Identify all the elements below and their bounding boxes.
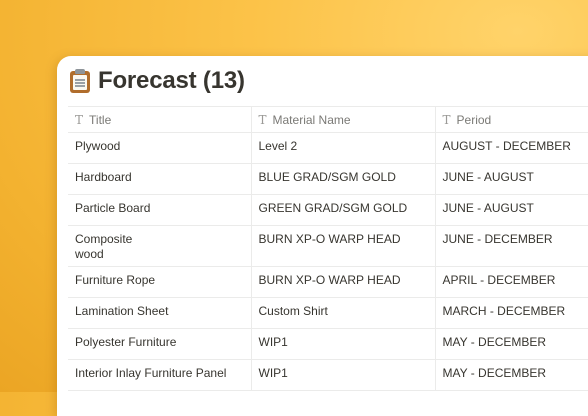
column-header-material-name[interactable]: T Material Name [251, 106, 436, 133]
cell-material-name[interactable]: BURN XP-O WARP HEAD [251, 225, 436, 267]
cell-material-name[interactable]: Level 2 [251, 132, 436, 164]
cell-period[interactable]: JUNE - AUGUST [435, 194, 588, 226]
database-table: T Title T Material Name T Period Plywood Le… [68, 106, 588, 391]
cell-period[interactable]: JUNE - DECEMBER [435, 225, 588, 267]
cell-period[interactable]: AUGUST - DECEMBER [435, 132, 588, 164]
clipboard-icon [70, 69, 90, 93]
cell-material-name[interactable]: GREEN GRAD/SGM GOLD [251, 194, 436, 226]
text-type-icon: T [258, 112, 267, 127]
table-row[interactable]: Composite wood BURN XP-O WARP HEAD JUNE … [68, 225, 588, 267]
cell-material-name[interactable]: BURN XP-O WARP HEAD [251, 266, 436, 298]
cell-material-name[interactable]: WIP1 [251, 328, 436, 360]
table-row[interactable]: Furniture Rope BURN XP-O WARP HEAD APRIL… [68, 266, 588, 298]
table-row[interactable]: Particle Board GREEN GRAD/SGM GOLD JUNE … [68, 194, 588, 226]
cell-material-name[interactable]: Custom Shirt [251, 297, 436, 329]
cell-title[interactable]: Particle Board [68, 194, 252, 226]
column-header-period[interactable]: T Period [435, 106, 588, 133]
cell-title[interactable]: Interior Inlay Furniture Panel [68, 359, 252, 391]
column-header-label: Period [456, 112, 492, 127]
table-row[interactable]: Polyester Furniture WIP1 MAY - DECEMBER [68, 328, 588, 360]
cell-title[interactable]: Composite wood [68, 225, 252, 267]
cell-period[interactable]: MAY - DECEMBER [435, 328, 588, 360]
database-header: Forecast (13) [70, 66, 245, 96]
column-header-title[interactable]: T Title [68, 106, 252, 133]
cell-title[interactable]: Furniture Rope [68, 266, 252, 298]
text-type-icon: T [75, 112, 84, 127]
column-header-label: Title [89, 112, 112, 127]
table-header-row: T Title T Material Name T Period [68, 106, 588, 133]
table-row[interactable]: Plywood Level 2 AUGUST - DECEMBER [68, 132, 588, 164]
table-row[interactable]: Hardboard BLUE GRAD/SGM GOLD JUNE - AUGU… [68, 163, 588, 195]
cell-title[interactable]: Polyester Furniture [68, 328, 252, 360]
cell-material-name[interactable]: BLUE GRAD/SGM GOLD [251, 163, 436, 195]
database-title[interactable]: Forecast (13) [98, 67, 245, 95]
cell-title[interactable]: Plywood [68, 132, 252, 164]
cell-period[interactable]: APRIL - DECEMBER [435, 266, 588, 298]
text-type-icon: T [442, 112, 451, 127]
cell-material-name[interactable]: WIP1 [251, 359, 436, 391]
cell-title[interactable]: Lamination Sheet [68, 297, 252, 329]
table-row[interactable]: Lamination Sheet Custom Shirt MARCH - DE… [68, 297, 588, 329]
cell-period[interactable]: JUNE - AUGUST [435, 163, 588, 195]
table-row[interactable]: Interior Inlay Furniture Panel WIP1 MAY … [68, 359, 588, 391]
cell-title[interactable]: Hardboard [68, 163, 252, 195]
database-card: Forecast (13) T Title T Material Name T Per… [57, 56, 588, 416]
cell-period[interactable]: MARCH - DECEMBER [435, 297, 588, 329]
column-header-label: Material Name [272, 112, 351, 127]
cell-period[interactable]: MAY - DECEMBER [435, 359, 588, 391]
